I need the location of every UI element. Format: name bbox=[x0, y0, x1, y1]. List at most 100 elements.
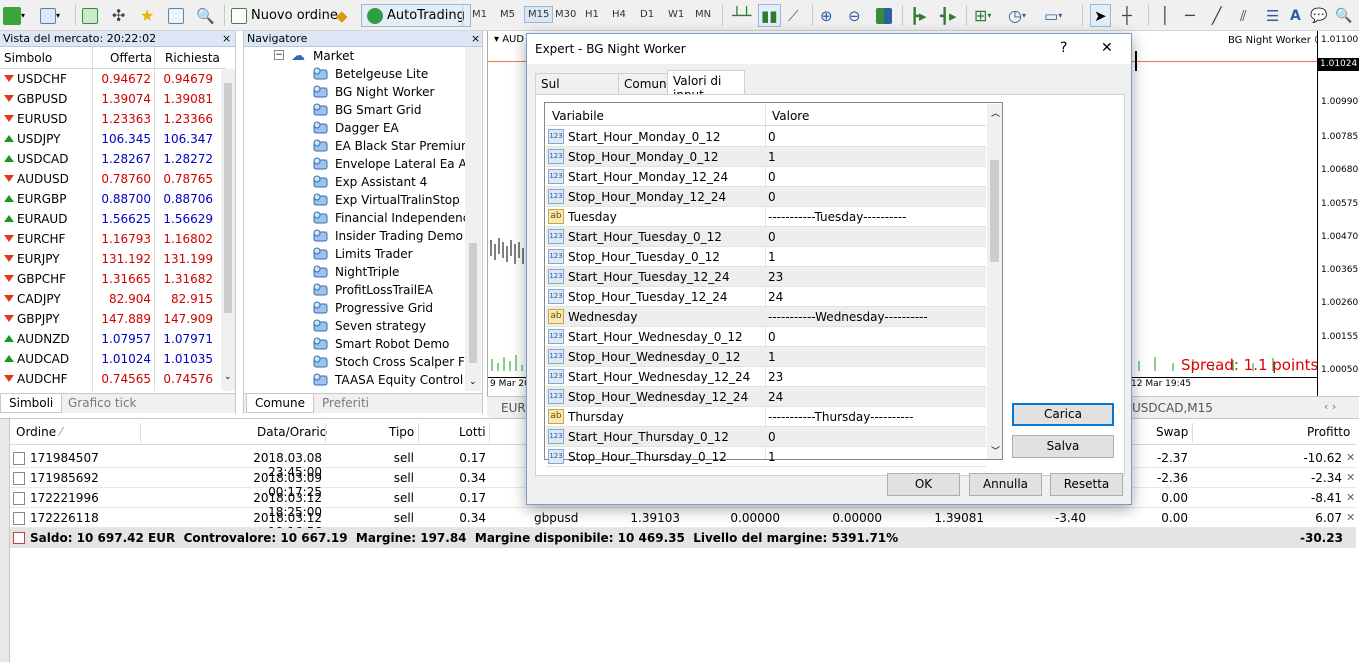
col-variable[interactable]: Variabile bbox=[552, 109, 604, 123]
navigator-item[interactable]: Financial Independence I bbox=[313, 209, 481, 227]
tab-about-program[interactable]: Sul programma bbox=[535, 73, 619, 105]
chat-button[interactable]: 💬 bbox=[1310, 4, 1327, 27]
close-order-icon[interactable]: ✕ bbox=[1346, 491, 1355, 504]
inputs-grid[interactable]: Variabile Valore 123 Start_Hour_Monday_0_… bbox=[544, 102, 1003, 467]
horizontal-line-button[interactable]: ─ bbox=[1185, 4, 1195, 27]
parameter-value[interactable]: 1 bbox=[768, 350, 776, 364]
navigator-scrollbar[interactable]: ⌄ bbox=[465, 47, 481, 391]
zoom-in-button[interactable]: ⊕ bbox=[820, 4, 833, 27]
market-row[interactable]: GBPUSD 1.39074 1.39081 bbox=[0, 89, 226, 109]
new-order-button[interactable]: Nuovo ordine bbox=[231, 4, 338, 27]
col-date[interactable]: Data/Orario bbox=[257, 425, 327, 439]
input-parameter-row[interactable]: 123 Stop_Hour_Monday_12_24 0 bbox=[546, 187, 986, 207]
tab-tick-chart[interactable]: Grafico tick bbox=[60, 394, 144, 413]
tab-common[interactable]: Comune bbox=[246, 394, 315, 413]
parameter-value[interactable]: 0 bbox=[768, 170, 776, 184]
periods-button[interactable]: ◷ ▾ bbox=[1008, 4, 1026, 27]
input-parameter-row[interactable]: 123 Stop_Hour_Tuesday_12_24 24 bbox=[546, 287, 986, 307]
market-watch-toggle[interactable] bbox=[82, 4, 98, 27]
tab-input-values[interactable]: Valori di input bbox=[667, 70, 745, 102]
navigator-item[interactable]: Stoch Cross Scalper Free bbox=[313, 353, 481, 371]
line-chart-button[interactable]: ⟋ bbox=[788, 4, 799, 27]
parameter-value[interactable]: 0 bbox=[768, 430, 776, 444]
tree-root-market[interactable]: Market bbox=[313, 49, 354, 63]
inputs-scrollbar[interactable]: ︿ ﹀ bbox=[987, 104, 1002, 459]
zoom-out-button[interactable]: ⊖ bbox=[848, 4, 861, 27]
cancel-button[interactable]: Annulla bbox=[969, 473, 1042, 496]
tab-symbols[interactable]: Simboli bbox=[0, 394, 63, 413]
close-order-icon[interactable]: ✕ bbox=[1346, 511, 1355, 524]
navigator-item[interactable]: NightTriple bbox=[313, 263, 481, 281]
parameter-value[interactable]: 1 bbox=[768, 250, 776, 264]
trendline-button[interactable]: ╱ bbox=[1212, 4, 1222, 27]
input-parameter-row[interactable]: ab Wednesday -----------Wednesday---------… bbox=[546, 307, 986, 327]
data-window-toggle[interactable]: ✣ bbox=[112, 4, 125, 27]
input-parameter-row[interactable]: 123 Stop_Hour_Thursday_0_12 1 bbox=[546, 447, 986, 467]
navigator-item[interactable]: Betelgeuse Lite bbox=[313, 65, 481, 83]
parameter-value[interactable]: -----------Tuesday---------- bbox=[768, 210, 906, 224]
text-button[interactable]: A bbox=[1290, 4, 1301, 27]
navigator-close[interactable]: × bbox=[471, 32, 480, 45]
parameter-value[interactable]: 0 bbox=[768, 330, 776, 344]
timeframe-h1[interactable]: H1 bbox=[585, 9, 599, 20]
col-profit[interactable]: Profitto bbox=[1307, 425, 1350, 439]
cursor-button[interactable]: ➤ bbox=[1090, 4, 1111, 27]
market-row[interactable]: USDCHF 0.94672 0.94679 bbox=[0, 69, 226, 89]
timeframe-m5[interactable]: M5 bbox=[500, 9, 515, 20]
col-value[interactable]: Valore bbox=[772, 109, 809, 123]
market-row[interactable]: GBPJPY 147.889 147.909 bbox=[0, 309, 226, 329]
col-ask[interactable]: Richiesta bbox=[165, 51, 220, 65]
parameter-value[interactable]: 1 bbox=[768, 150, 776, 164]
navigator-item[interactable]: Dagger EA bbox=[313, 119, 481, 137]
navigator-toggle[interactable]: ★ bbox=[140, 4, 154, 27]
navigator-item[interactable]: EA Black Star Premium bbox=[313, 137, 481, 155]
market-watch-scrollbar[interactable]: ⌄ bbox=[221, 69, 235, 391]
timeframe-mn[interactable]: MN bbox=[695, 9, 711, 20]
candlestick-button[interactable]: ▮▮ bbox=[758, 4, 781, 27]
profiles-button[interactable]: ▾ bbox=[40, 4, 60, 27]
tester-toggle[interactable]: 🔍 bbox=[196, 4, 215, 27]
input-parameter-row[interactable]: 123 Start_Hour_Tuesday_0_12 0 bbox=[546, 227, 986, 247]
tile-windows-button[interactable] bbox=[876, 4, 892, 27]
new-chart-button[interactable]: ▾ bbox=[3, 4, 25, 27]
channel-button[interactable]: ⫽ bbox=[1240, 4, 1247, 27]
timeframe-d1[interactable]: D1 bbox=[640, 9, 654, 20]
chart-tab-usdcad[interactable]: USDCAD,M15 bbox=[1132, 401, 1213, 415]
metaeditor-button[interactable]: ◆ bbox=[336, 4, 348, 27]
input-parameter-row[interactable]: ab Thursday -----------Thursday---------- bbox=[546, 407, 986, 427]
navigator-item[interactable]: Insider Trading Demo bbox=[313, 227, 481, 245]
col-lots[interactable]: Lotti bbox=[459, 425, 486, 439]
col-type[interactable]: Tipo bbox=[389, 425, 414, 439]
market-row[interactable]: USDCAD 1.28267 1.28272 bbox=[0, 149, 226, 169]
autotrading-button[interactable]: AutoTrading bbox=[361, 4, 471, 27]
close-order-icon[interactable]: ✕ bbox=[1346, 471, 1355, 484]
order-row[interactable]: 1722261182018.03.12 19:16:56sell0.34gbpu… bbox=[10, 508, 1356, 539]
timeframe-w1[interactable]: W1 bbox=[668, 9, 684, 20]
market-row[interactable]: EURJPY 131.192 131.199 bbox=[0, 249, 226, 269]
input-parameter-row[interactable]: 123 Stop_Hour_Wednesday_0_12 1 bbox=[546, 347, 986, 367]
navigator-item[interactable]: Smart Robot Demo bbox=[313, 335, 481, 353]
autoscroll-button[interactable]: ┣▸ bbox=[910, 4, 927, 27]
navigator-item[interactable]: Exp VirtualTralinStop bbox=[313, 191, 481, 209]
indicators-button[interactable]: ⊞ ▾ bbox=[974, 4, 991, 27]
parameter-value[interactable]: 1 bbox=[768, 450, 776, 464]
vertical-line-button[interactable]: │ bbox=[1160, 4, 1170, 27]
chart-tab-eur[interactable]: EUR bbox=[501, 401, 526, 415]
parameter-value[interactable]: 24 bbox=[768, 390, 783, 404]
input-parameter-row[interactable]: 123 Stop_Hour_Monday_0_12 1 bbox=[546, 147, 986, 167]
market-row[interactable]: EURGBP 0.88700 0.88706 bbox=[0, 189, 226, 209]
tab-favorites[interactable]: Preferiti bbox=[314, 394, 377, 413]
market-row[interactable]: USDJPY 106.345 106.347 bbox=[0, 129, 226, 149]
help-button[interactable]: ? bbox=[1060, 40, 1067, 56]
market-row[interactable]: AUDNZD 1.07957 1.07971 bbox=[0, 329, 226, 349]
parameter-value[interactable]: -----------Wednesday---------- bbox=[768, 310, 928, 324]
market-row[interactable]: GBPCHF 1.31665 1.31682 bbox=[0, 269, 226, 289]
navigator-item[interactable]: TAASA Equity Control bbox=[313, 371, 481, 389]
reset-button[interactable]: Resetta bbox=[1050, 473, 1123, 496]
timeframe-m1[interactable]: M1 bbox=[472, 9, 487, 20]
parameter-value[interactable]: 0 bbox=[768, 130, 776, 144]
navigator-item[interactable]: Envelope Lateral Ea Audc bbox=[313, 155, 481, 173]
col-swap[interactable]: Swap bbox=[1156, 425, 1188, 439]
parameter-value[interactable]: 23 bbox=[768, 270, 783, 284]
input-parameter-row[interactable]: 123 Start_Hour_Thursday_0_12 0 bbox=[546, 427, 986, 447]
